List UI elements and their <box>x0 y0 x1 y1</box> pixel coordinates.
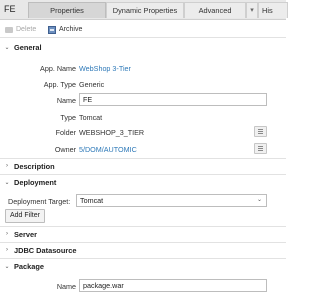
section-jdbc-header[interactable]: › JDBC Datasource <box>0 242 286 257</box>
deployment-target-row: Deployment Target: Tomcat ⌄ <box>0 194 286 208</box>
owner-browse-button[interactable] <box>254 143 267 154</box>
chevron-down-icon: ⌄ <box>4 179 10 186</box>
section-general-header[interactable]: ⌄ General <box>0 40 286 55</box>
chevron-right-icon: › <box>6 163 8 169</box>
section-title: Deployment <box>14 177 57 187</box>
section-title: General <box>14 43 42 52</box>
section-server-header[interactable]: › Server <box>0 226 286 241</box>
archive-button[interactable]: Archive <box>48 24 82 35</box>
chevron-down-icon: ⌄ <box>4 45 10 51</box>
name-label: Name <box>56 96 76 105</box>
section-title: Description <box>14 161 55 171</box>
package-name-label: Name <box>56 282 76 291</box>
section-deployment-header[interactable]: ⌄ Deployment <box>0 174 286 189</box>
package-name-input[interactable] <box>79 279 267 292</box>
section-package-header[interactable]: ⌄ Package <box>0 258 286 273</box>
type-value: Tomcat <box>79 113 103 122</box>
section-title: Package <box>14 261 44 271</box>
name-row: Name <box>0 93 286 107</box>
delete-button[interactable]: Delete <box>5 24 36 35</box>
object-name: FE <box>4 4 16 14</box>
section-title: JDBC Datasource <box>14 245 77 255</box>
name-input[interactable] <box>79 93 267 106</box>
chevron-down-icon[interactable]: ▾ <box>246 2 258 18</box>
chevron-right-icon: › <box>6 247 8 253</box>
section-description-header[interactable]: › Description <box>0 158 286 173</box>
app-type-label: App. Type <box>43 80 76 89</box>
owner-link[interactable]: 5/DOM/AUTOMIC <box>79 145 137 154</box>
folder-value: WEBSHOP_3_TIER <box>79 128 145 137</box>
type-label: Type <box>60 113 76 122</box>
tab-dynamic-properties[interactable]: Dynamic Properties <box>106 2 184 18</box>
add-filter-button[interactable]: Add Filter <box>5 209 45 223</box>
type-row: Type Tomcat <box>0 110 286 124</box>
app-type-row: App. Type Generic <box>0 77 286 91</box>
tab-properties[interactable]: Properties <box>28 2 106 18</box>
app-name-link[interactable]: WebShop 3-Tier <box>79 64 131 73</box>
archive-label: Archive <box>59 26 83 33</box>
deployment-target-select[interactable]: Tomcat ⌄ <box>76 194 267 207</box>
owner-row: Owner 5/DOM/AUTOMIC <box>0 142 286 156</box>
chevron-down-icon: ⌄ <box>4 263 10 270</box>
section-title: Server <box>14 229 38 239</box>
chevron-down-icon: ⌄ <box>256 197 262 203</box>
tab-advanced[interactable]: Advanced <box>184 2 246 18</box>
app-type-value: Generic <box>79 80 105 89</box>
owner-label: Owner <box>54 145 76 154</box>
folder-browse-button[interactable] <box>254 126 267 137</box>
app-name-row: App. Name WebShop 3-Tier <box>0 61 286 75</box>
app-name-label: App. Name <box>40 64 76 73</box>
package-name-row: Name <box>0 279 286 293</box>
delete-icon <box>5 26 13 33</box>
tab-history[interactable]: His <box>258 2 288 18</box>
top-bar: FE Properties Dynamic Properties Advance… <box>0 0 288 20</box>
toolbar: Delete Archive <box>0 20 286 38</box>
deployment-target-label: Deployment Target: <box>8 197 71 206</box>
chevron-right-icon: › <box>6 231 8 237</box>
delete-label: Delete <box>16 26 37 33</box>
folder-label: Folder <box>55 128 76 137</box>
deployment-target-value: Tomcat <box>80 196 104 205</box>
archive-icon <box>48 25 56 34</box>
folder-row: Folder WEBSHOP_3_TIER <box>0 125 286 139</box>
